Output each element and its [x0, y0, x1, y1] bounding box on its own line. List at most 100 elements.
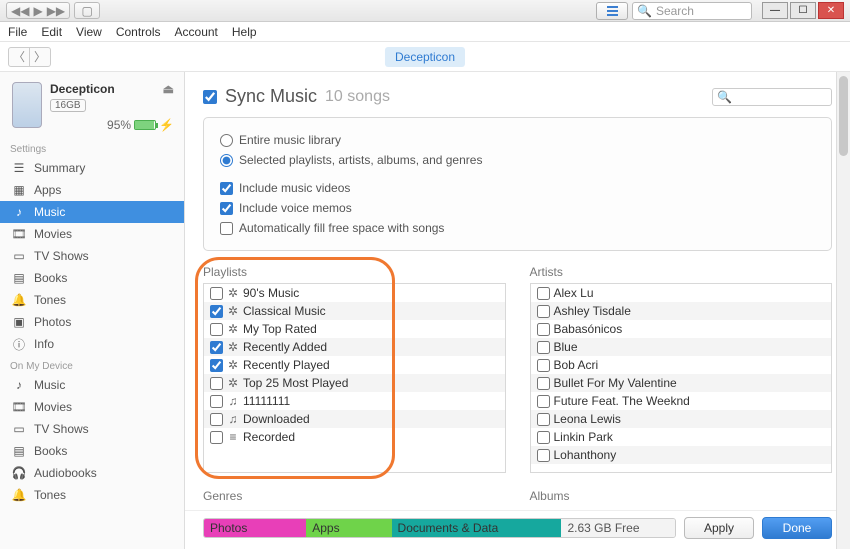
artist-row[interactable]: Bob Acri [531, 356, 832, 374]
done-button[interactable]: Done [762, 517, 832, 539]
playlist-row[interactable]: ✲Recently Played [204, 356, 505, 374]
sidebar-item-movies[interactable]: 🎞Movies [0, 223, 184, 245]
artist-row[interactable]: Future Feat. The Weeknd [531, 392, 832, 410]
artist-checkbox[interactable] [537, 305, 550, 318]
menu-file[interactable]: File [8, 25, 27, 39]
artist-checkbox[interactable] [537, 323, 550, 336]
charging-icon: ⚡ [159, 118, 174, 132]
playback-controls[interactable]: ◀◀ ▶ ▶▶ [6, 2, 70, 19]
prev-icon: ◀◀ [11, 4, 29, 18]
scrollbar-track[interactable] [836, 72, 850, 549]
playlist-row[interactable]: ≡Recorded [204, 428, 505, 446]
apps-icon: ▦ [12, 183, 26, 197]
artist-label: Future Feat. The Weeknd [554, 394, 690, 408]
radio-entire-library[interactable]: Entire music library [220, 130, 815, 150]
playlist-row[interactable]: ✲My Top Rated [204, 320, 505, 338]
artist-row[interactable]: Alex Lu [531, 284, 832, 302]
playlist-row[interactable]: ♫11111111 [204, 392, 505, 410]
capacity-segment: Photos [204, 519, 306, 537]
playlist-checkbox[interactable] [210, 305, 223, 318]
window-close-button[interactable]: ✕ [818, 2, 844, 19]
menu-account[interactable]: Account [175, 25, 218, 39]
movies-icon: 🎞 [12, 400, 26, 414]
artist-checkbox[interactable] [537, 395, 550, 408]
sidebar-item-tv-shows[interactable]: ▭TV Shows [0, 245, 184, 267]
sidebar-item-books[interactable]: ▤Books [0, 267, 184, 289]
playlist-checkbox[interactable] [210, 323, 223, 336]
artist-checkbox[interactable] [537, 359, 550, 372]
sidebar-item-tones[interactable]: 🔔Tones [0, 289, 184, 311]
artist-row[interactable]: Blue [531, 338, 832, 356]
sidebar-item-label: Books [34, 444, 67, 458]
playlist-row[interactable]: ✲Top 25 Most Played [204, 374, 505, 392]
apply-button[interactable]: Apply [684, 517, 754, 539]
playlist-checkbox[interactable] [210, 341, 223, 354]
playlist-note-icon: ♫ [227, 412, 239, 426]
device-block: Decepticon⏏ 16GB 95%⚡ [0, 78, 184, 138]
sync-music-checkbox[interactable] [203, 90, 217, 104]
artist-checkbox[interactable] [537, 431, 550, 444]
sidebar-item-summary[interactable]: ☰Summary [0, 157, 184, 179]
artist-row[interactable]: Lohanthony [531, 446, 832, 464]
view-toggle-button[interactable] [596, 2, 628, 20]
history-back-button[interactable]: 〈 [8, 47, 30, 67]
playlist-row[interactable]: ✲Classical Music [204, 302, 505, 320]
breadcrumb[interactable]: Decepticon [385, 47, 465, 67]
sidebar-item-music[interactable]: ♪Music [0, 201, 184, 223]
sidebar-item-movies[interactable]: 🎞Movies [0, 396, 184, 418]
playlist-label: Downloaded [243, 412, 310, 426]
sidebar-item-audiobooks[interactable]: 🎧Audiobooks [0, 462, 184, 484]
sidebar-item-apps[interactable]: ▦Apps [0, 179, 184, 201]
sidebar-item-photos[interactable]: ▣Photos [0, 311, 184, 333]
artist-row[interactable]: Linkin Park [531, 428, 832, 446]
artist-row[interactable]: Ashley Tisdale [531, 302, 832, 320]
window-maximize-button[interactable]: ☐ [790, 2, 816, 19]
chk-autofill[interactable]: Automatically fill free space with songs [220, 218, 815, 238]
airplay-icon: ▢ [82, 4, 93, 18]
scrollbar-thumb[interactable] [839, 76, 848, 156]
menu-help[interactable]: Help [232, 25, 257, 39]
sidebar-item-info[interactable]: ⓘInfo [0, 333, 184, 355]
playlist-checkbox[interactable] [210, 395, 223, 408]
playlist-row[interactable]: ✲Recently Added [204, 338, 505, 356]
artist-row[interactable]: Babasónicos [531, 320, 832, 338]
history-forward-button[interactable]: 〉 [29, 47, 51, 67]
sidebar-item-label: Summary [34, 161, 85, 175]
menu-edit[interactable]: Edit [41, 25, 62, 39]
sidebar-item-music[interactable]: ♪Music [0, 374, 184, 396]
playlist-checkbox[interactable] [210, 359, 223, 372]
artist-checkbox[interactable] [537, 413, 550, 426]
eject-icon[interactable]: ⏏ [163, 82, 174, 96]
chk-include-videos-label: Include music videos [239, 181, 350, 195]
sidebar: Decepticon⏏ 16GB 95%⚡ Settings ☰Summary▦… [0, 72, 185, 549]
playlist-checkbox[interactable] [210, 413, 223, 426]
sidebar-item-tv-shows[interactable]: ▭TV Shows [0, 418, 184, 440]
artist-label: Ashley Tisdale [554, 304, 631, 318]
artist-checkbox[interactable] [537, 341, 550, 354]
artist-checkbox[interactable] [537, 377, 550, 390]
menu-controls[interactable]: Controls [116, 25, 161, 39]
chk-include-videos[interactable]: Include music videos [220, 178, 815, 198]
artist-checkbox[interactable] [537, 449, 550, 462]
artists-listbox[interactable]: Alex Lu Ashley Tisdale BabasónicosBlueBob … [530, 283, 833, 473]
sidebar-item-tones[interactable]: 🔔Tones [0, 484, 184, 506]
playlist-row[interactable]: ♫ Downloaded [204, 410, 505, 428]
artist-row[interactable]: Bullet For My Valentine [531, 374, 832, 392]
window-minimize-button[interactable]: — [762, 2, 788, 19]
playlist-row[interactable]: ✲90's Music [204, 284, 505, 302]
menu-view[interactable]: View [76, 25, 102, 39]
global-search-input[interactable]: 🔍 Search [632, 2, 752, 20]
chk-include-memos[interactable]: Include voice memos [220, 198, 815, 218]
playlist-checkbox[interactable] [210, 287, 223, 300]
artist-row[interactable]: Leona Lewis [531, 410, 832, 428]
artist-checkbox[interactable] [537, 287, 550, 300]
content-search-input[interactable]: 🔍 [712, 88, 832, 106]
sidebar-item-label: Tones [34, 293, 66, 307]
playlist-checkbox[interactable] [210, 377, 223, 390]
playlists-listbox[interactable]: ✲90's Music✲Classical Music✲My Top Rated… [203, 283, 506, 473]
sidebar-item-books[interactable]: ▤Books [0, 440, 184, 462]
playlist-checkbox[interactable] [210, 431, 223, 444]
airplay-button[interactable]: ▢ [74, 2, 100, 19]
audiobook-icon: 🎧 [12, 466, 26, 480]
radio-selected[interactable]: Selected playlists, artists, albums, and… [220, 150, 815, 170]
